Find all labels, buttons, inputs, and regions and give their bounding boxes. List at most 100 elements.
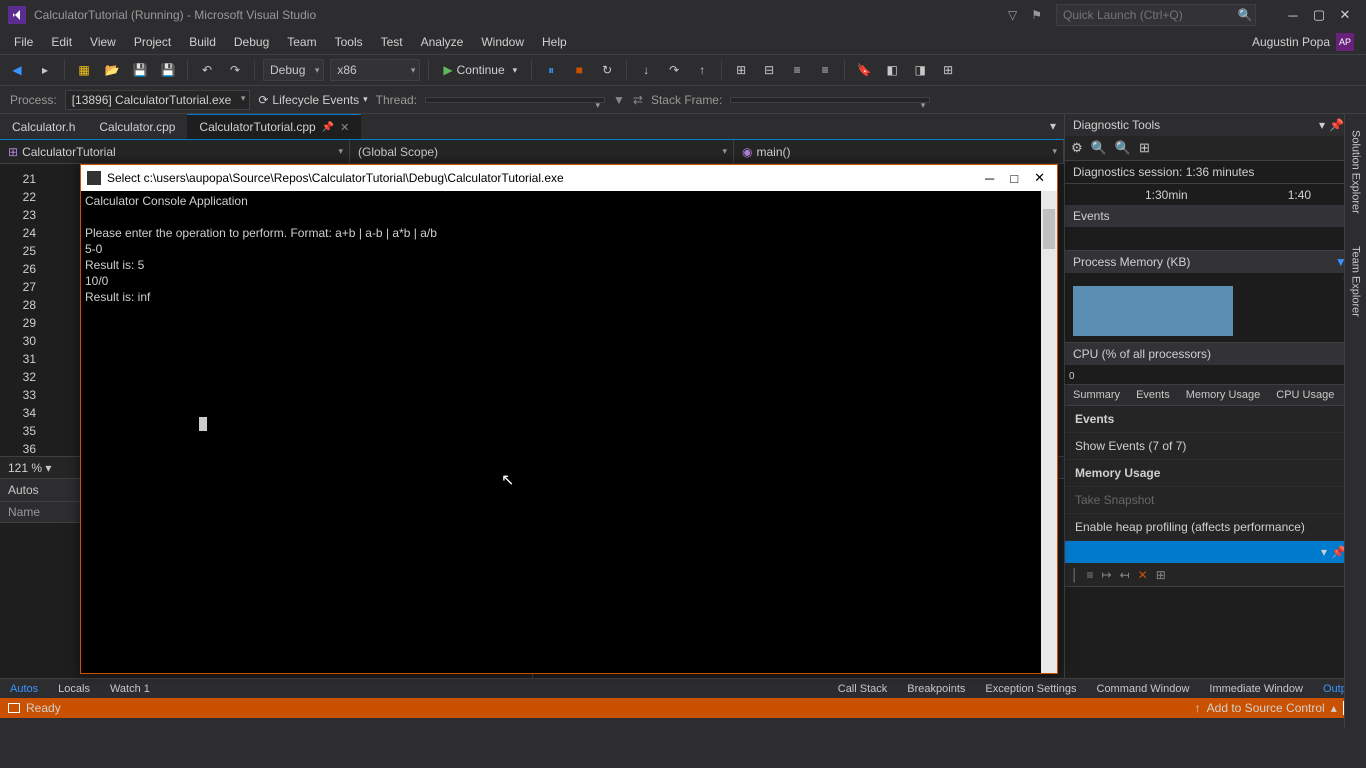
undo-icon[interactable]: ↶: [196, 59, 218, 81]
menu-help[interactable]: Help: [534, 32, 575, 52]
reset-zoom-icon[interactable]: ⊞: [1139, 140, 1150, 156]
platform-select[interactable]: x86: [330, 59, 420, 81]
tab-exception[interactable]: Exception Settings: [975, 681, 1086, 697]
tab-calculator-h[interactable]: Calculator.h: [0, 115, 87, 139]
new-project-icon[interactable]: ▦: [73, 59, 95, 81]
menu-edit[interactable]: Edit: [43, 32, 80, 52]
diag-timeline[interactable]: 1:30min1:40: [1065, 183, 1366, 205]
break-all-icon[interactable]: ⏸: [540, 59, 562, 81]
stackframe-select[interactable]: [730, 97, 930, 103]
console-titlebar[interactable]: Select c:\users\aupopa\Source\Repos\Calc…: [81, 165, 1057, 191]
quick-launch-input[interactable]: [1057, 8, 1235, 22]
menu-test[interactable]: Test: [373, 32, 411, 52]
tabs-dropdown-icon[interactable]: ▾: [1042, 115, 1064, 137]
close-tab-icon[interactable]: ✕: [340, 121, 349, 134]
user-menu[interactable]: Augustin Popa AP: [1252, 33, 1360, 51]
configuration-select[interactable]: Debug: [263, 59, 324, 81]
diag-take-snapshot[interactable]: Take Snapshot: [1065, 487, 1366, 514]
tab-immediate[interactable]: Immediate Window: [1199, 681, 1313, 697]
step-over-icon[interactable]: ↷: [663, 59, 685, 81]
toolbar-icon[interactable]: ≡: [786, 59, 808, 81]
tab-callstack[interactable]: Call Stack: [828, 681, 898, 697]
toolbar-icon[interactable]: ⊟: [758, 59, 780, 81]
tab-breakpoints[interactable]: Breakpoints: [897, 681, 975, 697]
nav-back-icon[interactable]: ◀: [6, 59, 28, 81]
tab-locals[interactable]: Locals: [48, 681, 100, 697]
toolbar-icon[interactable]: │: [1071, 568, 1079, 582]
menu-team[interactable]: Team: [279, 32, 324, 52]
diag-show-events[interactable]: Show Events (7 of 7): [1065, 433, 1366, 460]
lifecycle-events[interactable]: ⟳Lifecycle Events▾: [258, 93, 367, 107]
console-close[interactable]: ✕: [1034, 170, 1045, 186]
filter-icon[interactable]: ▼: [613, 93, 625, 107]
stop-debug-icon[interactable]: ■: [568, 59, 590, 81]
tab-autos[interactable]: Autos: [0, 681, 48, 697]
search-icon[interactable]: 🔍: [1235, 8, 1255, 22]
diag-tab-summary[interactable]: Summary: [1065, 385, 1128, 405]
toggle-icon[interactable]: ⇄: [633, 93, 643, 107]
menu-debug[interactable]: Debug: [226, 32, 277, 52]
dropdown-icon[interactable]: ▾: [1319, 118, 1325, 132]
gear-icon[interactable]: ⚙: [1071, 140, 1083, 156]
nav-project[interactable]: ⊞CalculatorTutorial: [0, 140, 350, 163]
nav-scope[interactable]: (Global Scope): [350, 140, 734, 163]
autos-col-name[interactable]: Name: [0, 502, 48, 522]
dropdown-icon[interactable]: ▾: [1321, 545, 1327, 559]
continue-button[interactable]: ▶Continue▾: [437, 59, 523, 81]
tab-calculator-cpp[interactable]: Calculator.cpp: [87, 115, 187, 139]
tab-watch1[interactable]: Watch 1: [100, 681, 160, 697]
console-minimize[interactable]: ─: [985, 171, 994, 186]
toolbar-icon[interactable]: ≡: [814, 59, 836, 81]
bookmark-icon[interactable]: 🔖: [853, 59, 875, 81]
toolbar-icon[interactable]: ⊞: [730, 59, 752, 81]
menu-build[interactable]: Build: [181, 32, 224, 52]
zoom-in-icon[interactable]: 🔍: [1091, 140, 1107, 156]
menu-window[interactable]: Window: [473, 32, 532, 52]
menu-tools[interactable]: Tools: [327, 32, 371, 52]
step-out-icon[interactable]: ↑: [691, 59, 713, 81]
toolbar-icon[interactable]: ◨: [909, 59, 931, 81]
notification-icon[interactable]: ▽: [1008, 8, 1017, 22]
console-maximize[interactable]: □: [1010, 171, 1018, 186]
restart-icon[interactable]: ↻: [596, 59, 618, 81]
toolbar-icon[interactable]: ↤: [1120, 568, 1130, 582]
diag-tab-memory[interactable]: Memory Usage: [1178, 385, 1269, 405]
open-file-icon[interactable]: 📂: [101, 59, 123, 81]
zoom-out-icon[interactable]: 🔍: [1115, 140, 1131, 156]
pin-icon[interactable]: 📌: [1329, 118, 1344, 132]
console-body[interactable]: Calculator Console Application Please en…: [81, 191, 1057, 673]
menu-project[interactable]: Project: [126, 32, 179, 52]
maximize-button[interactable]: ▢: [1306, 4, 1332, 26]
redo-icon[interactable]: ↷: [224, 59, 246, 81]
chevron-up-icon[interactable]: ▴: [1331, 701, 1337, 715]
sidebar-solution-explorer[interactable]: Solution Explorer: [1348, 124, 1364, 220]
zoom-select[interactable]: 121 % ▾: [0, 461, 59, 475]
diag-tab-cpu[interactable]: CPU Usage: [1268, 385, 1342, 405]
close-button[interactable]: ✕: [1332, 4, 1358, 26]
output-body[interactable]: [1065, 587, 1366, 678]
source-control[interactable]: Add to Source Control: [1207, 701, 1325, 715]
step-into-icon[interactable]: ↓: [635, 59, 657, 81]
menu-file[interactable]: File: [6, 32, 41, 52]
toolbar-icon[interactable]: ◧: [881, 59, 903, 81]
thread-select[interactable]: [425, 97, 605, 103]
diag-tab-events[interactable]: Events: [1128, 385, 1178, 405]
sidebar-team-explorer[interactable]: Team Explorer: [1348, 240, 1364, 323]
tab-calculatortutorial-cpp[interactable]: CalculatorTutorial.cpp📌✕: [187, 114, 361, 139]
console-window[interactable]: Select c:\users\aupopa\Source\Repos\Calc…: [80, 164, 1058, 674]
publish-icon[interactable]: ↑: [1195, 701, 1201, 715]
save-icon[interactable]: 💾: [129, 59, 151, 81]
minimize-button[interactable]: ─: [1280, 4, 1306, 26]
tab-command[interactable]: Command Window: [1087, 681, 1200, 697]
menu-analyze[interactable]: Analyze: [413, 32, 472, 52]
feedback-icon[interactable]: ⚑: [1031, 8, 1042, 22]
diag-memory-header[interactable]: Process Memory (KB)▼●: [1065, 251, 1366, 273]
quick-launch[interactable]: 🔍: [1056, 4, 1256, 26]
toolbar-icon[interactable]: ↦: [1102, 568, 1112, 582]
diag-enable-heap[interactable]: Enable heap profiling (affects performan…: [1065, 514, 1366, 541]
toolbar-icon[interactable]: ⊞: [1156, 568, 1166, 582]
diag-cpu-header[interactable]: CPU (% of all processors): [1065, 343, 1366, 365]
pin-icon[interactable]: 📌: [322, 122, 334, 133]
console-scrollbar[interactable]: [1041, 191, 1057, 673]
menu-view[interactable]: View: [82, 32, 124, 52]
